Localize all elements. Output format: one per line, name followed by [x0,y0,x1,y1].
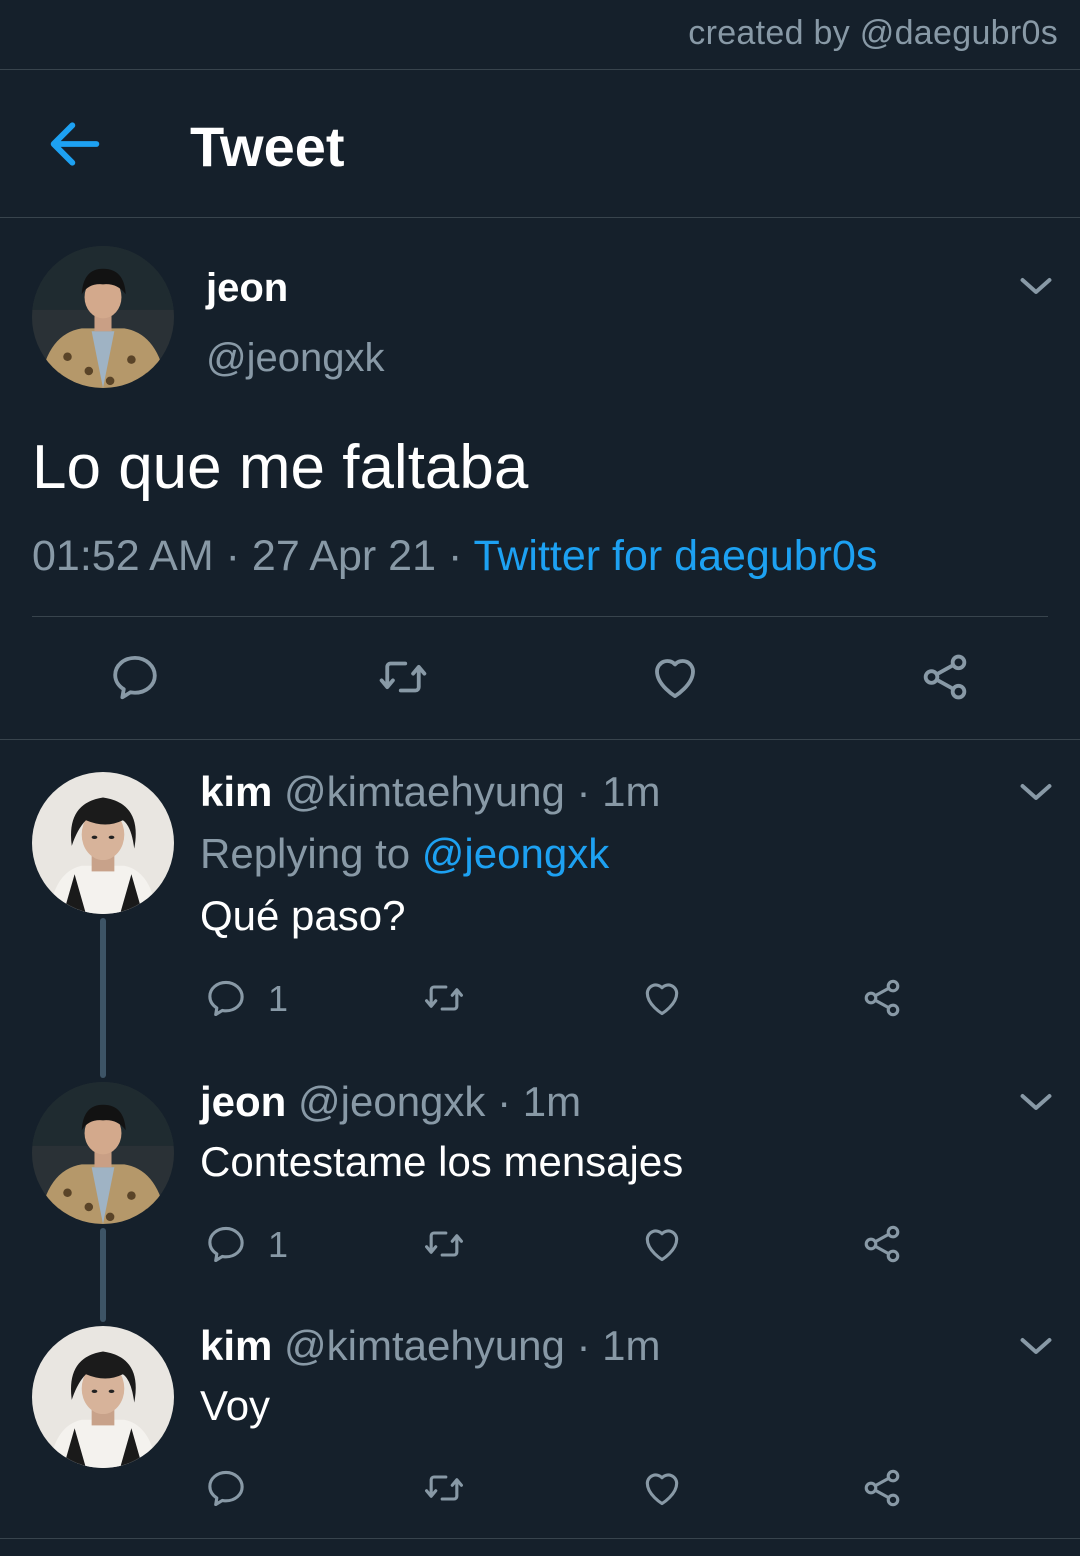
reply-icon[interactable] [204,1222,248,1266]
tweet-text: Lo que me faltaba [32,433,529,502]
main-action-bar [0,640,1080,716]
reply-header: kim @kimtaehyung · 1m [200,1322,661,1370]
avatar-kim[interactable] [32,772,174,914]
reply-count: 1 [268,1224,289,1265]
reply-menu-chevron-icon[interactable] [1018,1334,1054,1358]
meta-separator: · [576,768,591,815]
heart-icon[interactable] [640,1466,684,1510]
meta-divider [32,616,1048,617]
reply-icon[interactable] [204,1466,248,1510]
avatar-kim[interactable] [32,1326,174,1468]
reply-author-name[interactable]: kim [200,768,272,815]
meta-separator: · [447,532,463,580]
retweet-icon[interactable] [422,1222,466,1266]
retweet-icon[interactable] [422,1466,466,1510]
reply-icon[interactable] [108,650,162,704]
retweet-icon[interactable] [376,650,430,704]
reply-time: 1m [522,1078,582,1125]
reply-header: kim @kimtaehyung · 1m [200,768,661,816]
page-title: Tweet [190,115,345,178]
heart-icon[interactable] [640,976,684,1020]
reply-menu-chevron-icon[interactable] [1018,1090,1054,1114]
tweet-date: 27 Apr 21 [251,532,437,580]
share-icon[interactable] [918,650,972,704]
tweet-source-link[interactable]: Twitter for daegubr0s [473,532,877,580]
share-icon[interactable] [860,1466,904,1510]
reply-text: Contestame los mensajes [200,1138,684,1185]
avatar-jeon[interactable] [32,246,174,388]
share-icon[interactable] [860,1222,904,1266]
reply-menu-chevron-icon[interactable] [1018,780,1054,804]
thread-connector [100,918,106,1078]
reply-header: jeon @jeongxk · 1m [200,1078,581,1126]
app-header: Tweet [0,70,1080,218]
meta-separator: · [576,1322,591,1369]
tweet-time: 01:52 AM [32,532,214,580]
author-handle[interactable]: @jeongxk [206,336,384,381]
reply-count: 1 [268,978,289,1019]
reply-author-handle[interactable]: @jeongxk [298,1078,485,1125]
watermark: created by @daegubr0s [688,14,1058,52]
replying-prefix: Replying to [200,830,411,877]
actions-divider [0,739,1080,740]
replying-to: Replying to @jeongxk [200,830,609,878]
header-divider [0,217,1080,218]
reply-author-handle[interactable]: @kimtaehyung [284,1322,565,1369]
retweet-icon[interactable] [422,976,466,1020]
reply-author-name[interactable]: kim [200,1322,272,1369]
tweet-meta: 01:52 AM · 27 Apr 21 · Twitter for daegu… [32,532,877,581]
reply-text: Voy [200,1382,271,1429]
reply-time: 1m [602,768,661,815]
replying-to-handle[interactable]: @jeongxk [422,830,609,877]
meta-separator: · [225,532,240,580]
heart-icon[interactable] [640,1222,684,1266]
bottom-divider [0,1538,1080,1539]
reply-time: 1m [602,1322,661,1369]
meta-separator: · [497,1078,512,1125]
reply-author-handle[interactable]: @kimtaehyung [284,768,565,815]
arrow-left-icon [50,122,100,166]
back-button[interactable] [40,112,110,176]
author-name[interactable]: jeon [206,266,288,311]
reply-text: Qué paso? [200,892,406,939]
reply-icon[interactable] [204,976,248,1020]
thread-connector [100,1228,106,1322]
reply-author-name[interactable]: jeon [200,1078,286,1125]
avatar-jeon[interactable] [32,1082,174,1224]
tweet-menu-chevron-icon[interactable] [1018,274,1054,298]
heart-icon[interactable] [648,650,702,704]
share-icon[interactable] [860,976,904,1020]
